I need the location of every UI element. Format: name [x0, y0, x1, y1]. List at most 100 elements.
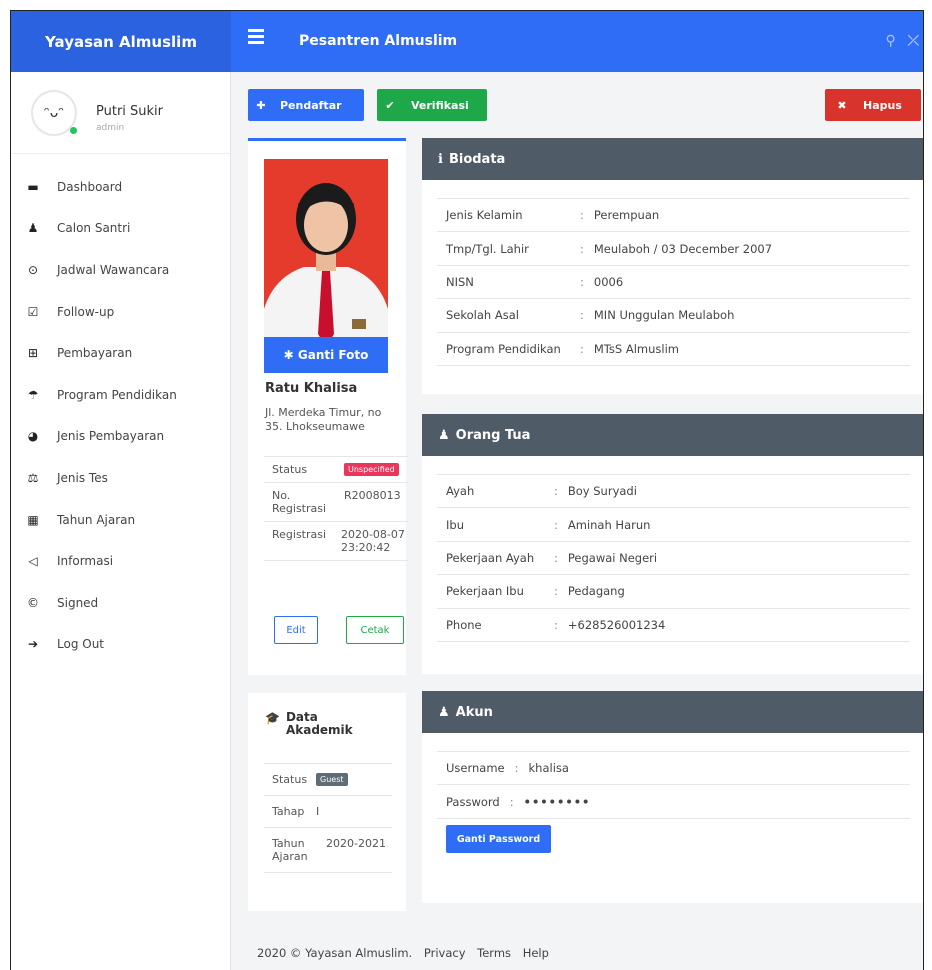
sidebar-item-label: Dashboard	[57, 179, 123, 194]
username-value: khalisa	[528, 761, 569, 776]
footer-privacy-link[interactable]: Privacy	[424, 946, 466, 960]
separator: :	[580, 308, 584, 323]
user-profile: ᵔᴗᵔ Putri Sukir admin	[11, 72, 230, 154]
student-info-table: Status Unspecified No. Registrasi R20080…	[264, 456, 408, 561]
sidebar-item-informasi[interactable]: ◁ Informasi	[11, 540, 230, 582]
akun-table: Username : khalisa Password : ••••••••	[437, 751, 910, 819]
separator: :	[580, 274, 584, 289]
akademik-title: Data Akademik	[285, 710, 353, 737]
biodata-row-value: 0006	[593, 274, 624, 289]
biodata-title: Biodata	[448, 151, 506, 167]
registrasi-label: Registrasi	[272, 528, 327, 541]
orangtua-row-label: Ayah	[446, 484, 475, 499]
biodata-row: Jenis Kelamin: Perempuan	[437, 199, 910, 233]
sidebar-item-label: Log Out	[57, 637, 105, 652]
noreg-label: No. Registrasi	[272, 489, 327, 515]
biodata-row-label: Jenis Kelamin	[446, 208, 523, 223]
top-bar: Yayasan Almuslim Pesantren Almuslim ⚲ ⤫	[11, 11, 923, 72]
sidebar-item-program-pendidikan[interactable]: ☂ Program Pendidikan	[11, 374, 230, 416]
akun-card: ♟ Akun Username : khalisa Password : •••…	[422, 691, 923, 903]
sidebar-item-dashboard[interactable]: ▬ Dashboard	[11, 166, 230, 208]
tahap-value: I	[316, 805, 320, 818]
footer-terms-link[interactable]: Terms	[477, 946, 511, 960]
username-label: Username	[446, 761, 505, 776]
tahun-ajaran-value: 2020-2021	[326, 837, 386, 850]
biodata-row-label: Sekolah Asal	[446, 308, 519, 323]
orangtua-row-value: Pegawai Negeri	[567, 550, 658, 565]
footer-help-link[interactable]: Help	[523, 946, 549, 960]
sidebar-item-label: Signed	[57, 595, 99, 610]
noreg-row: No. Registrasi R2008013	[264, 483, 408, 522]
sidebar-item-label: Jenis Pembayaran	[57, 429, 165, 444]
sidebar-item-follow-up[interactable]: ☑ Follow-up	[11, 291, 230, 333]
status-row: Status Unspecified	[264, 457, 408, 483]
ganti-password-button[interactable]: Ganti Password	[446, 825, 551, 853]
student-profile-card: ✱ Ganti Foto Ratu Khalisa Jl. Merdeka Ti…	[248, 138, 408, 675]
sidebar-item-signed[interactable]: © Signed	[11, 582, 230, 624]
biodata-row-value: Perempuan	[593, 208, 660, 223]
orangtua-row-value: +628526001234	[567, 617, 666, 632]
akademik-status-row: Status Guest	[264, 764, 392, 796]
biodata-row-label: NISN	[446, 274, 474, 289]
fullscreen-icon[interactable]: ⤫	[908, 33, 919, 49]
footer-copyright: 2020 © Yayasan Almuslim.	[257, 946, 413, 960]
close-icon: ✖	[837, 98, 847, 112]
verifikasi-button[interactable]: ✔ Verifikasi	[377, 89, 487, 121]
registrasi-value: 2020-08-07 23:20:42	[340, 528, 405, 554]
tahun-ajaran-row: Tahun Ajaran 2020-2021	[264, 828, 392, 873]
avatar: ᵔᴗᵔ	[31, 90, 77, 136]
graduation-cap-icon: 🎓	[265, 711, 280, 725]
orangtua-row-label: Pekerjaan Ibu	[446, 584, 524, 599]
pendaftar-label: Pendaftar	[280, 98, 342, 112]
biodata-row-label: Program Pendidikan	[446, 341, 561, 356]
user-name: Putri Sukir	[96, 104, 164, 119]
biodata-row: Sekolah Asal: MIN Unggulan Meulaboh	[437, 299, 910, 333]
student-name: Ratu Khalisa	[265, 381, 358, 396]
student-address: Jl. Merdeka Timur, no 35. Lhokseumawe	[265, 406, 382, 433]
copyright-icon: ©	[27, 595, 39, 610]
sidebar-item-jadwal-wawancara[interactable]: ⊙ Jadwal Wawancara	[11, 249, 230, 291]
orangtua-row: Pekerjaan Ayah: Pegawai Negeri	[437, 542, 910, 576]
user-icon: ♟	[438, 704, 450, 720]
tahap-row: Tahap I	[264, 796, 392, 828]
orangtua-row: Ayah: Boy Suryadi	[437, 475, 910, 509]
ganti-foto-button[interactable]: ✱ Ganti Foto	[264, 337, 388, 373]
sidebar-item-tahun-ajaran[interactable]: ▦ Tahun Ajaran	[11, 499, 230, 541]
orang-tua-title: Orang Tua	[455, 427, 531, 443]
biodata-header: ℹ Biodata	[422, 138, 923, 180]
smiley-icon: ᵔᴗᵔ	[43, 105, 65, 121]
user-icon: ♟	[438, 427, 450, 443]
app-title: Pesantren Almuslim	[299, 33, 458, 49]
biodata-row-value: Meulaboh / 03 December 2007	[593, 241, 773, 256]
akademik-status-label: Status	[272, 773, 308, 786]
separator: :	[554, 584, 558, 599]
sidebar-item-jenis-tes[interactable]: ⚖ Jenis Tes	[11, 457, 230, 499]
orang-tua-card: ♟ Orang Tua Ayah: Boy Suryadi Ibu: Aminah H…	[422, 414, 923, 674]
edit-button[interactable]: Edit	[274, 616, 318, 644]
separator: :	[554, 550, 558, 565]
separator: :	[554, 517, 558, 532]
registrasi-row: Registrasi 2020-08-07 23:20:42	[264, 522, 408, 561]
orangtua-row-value: Aminah Harun	[567, 517, 651, 532]
sign-out-icon: ➔	[27, 637, 39, 652]
separator: :	[554, 617, 558, 632]
sidebar-item-pembayaran[interactable]: ⊞ Pembayaran	[11, 332, 230, 374]
sidebar-item-calon-santri[interactable]: ♟ Calon Santri	[11, 208, 230, 250]
sidebar-item-label: Tahun Ajaran	[57, 512, 136, 527]
cetak-button[interactable]: Cetak	[346, 616, 404, 644]
sidebar-item-label: Program Pendidikan	[57, 387, 177, 402]
check-icon: ✔	[385, 98, 395, 112]
umbrella-icon: ☂	[27, 387, 39, 402]
user-icon: ♟	[27, 221, 39, 236]
sidebar-item-label: Calon Santri	[57, 221, 131, 236]
hapus-button[interactable]: ✖ Hapus	[825, 89, 921, 121]
sidebar-item-label: Informasi	[57, 554, 114, 569]
pendaftar-button[interactable]: ✚ Pendaftar	[248, 89, 364, 121]
noreg-value: R2008013	[344, 489, 401, 502]
brand-logo[interactable]: Yayasan Almuslim	[11, 11, 231, 72]
search-icon[interactable]: ⚲	[886, 33, 896, 49]
status-badge: Unspecified	[344, 463, 399, 476]
menu-toggle-icon[interactable]	[248, 29, 264, 45]
sidebar-item-jenis-pembayaran[interactable]: ◕ Jenis Pembayaran	[11, 416, 230, 458]
sidebar-item-log-out[interactable]: ➔ Log Out	[11, 624, 230, 666]
